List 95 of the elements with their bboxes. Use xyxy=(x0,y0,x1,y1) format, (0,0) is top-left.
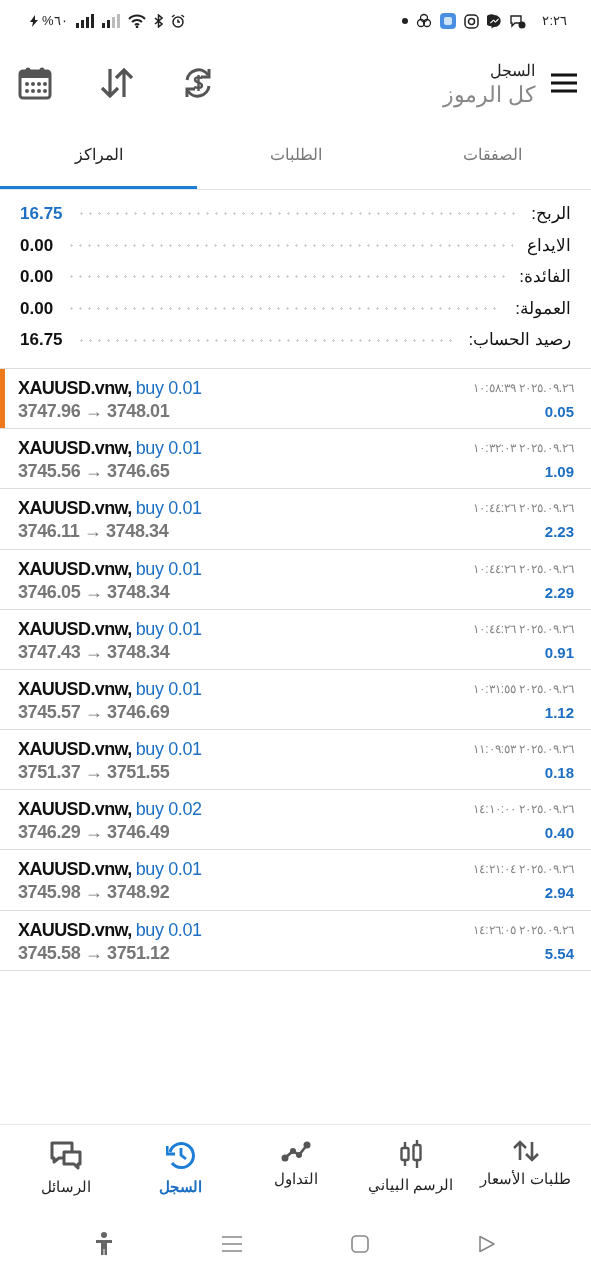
tab[interactable]: الصفقات xyxy=(394,124,591,189)
symbol-text: XAUUSD.vnw, xyxy=(18,618,132,639)
nav-tab[interactable]: الرسائل xyxy=(9,1139,122,1222)
wifi-icon xyxy=(127,14,146,28)
price-range: 3745.57 → 3746.69 xyxy=(18,702,171,723)
price-range: 3747.43 → 3748.34 xyxy=(18,642,171,663)
symbol-text: XAUUSD.vnw, xyxy=(18,859,132,880)
profit-value: 1.12 xyxy=(544,702,574,723)
summary-label: الايداع xyxy=(527,234,571,258)
summary-label: الفائدة: xyxy=(519,266,571,289)
order-text: buy 0.01 xyxy=(135,678,202,699)
order-text: buy 0.01 xyxy=(135,498,202,519)
summary-value: 0.00 xyxy=(20,266,54,289)
nav-tab[interactable]: السجل xyxy=(124,1139,237,1222)
symbol-text: XAUUSD.vnw, xyxy=(18,377,132,398)
app-icon xyxy=(440,13,457,29)
profit-value: 2.29 xyxy=(544,582,574,603)
symbol-text: XAUUSD.vnw, xyxy=(18,438,132,459)
signal-icon xyxy=(101,14,120,28)
summary-value: 16.75 xyxy=(20,203,63,226)
tab[interactable]: الطلبات xyxy=(197,124,394,189)
home-icon[interactable] xyxy=(351,1235,370,1253)
profit-value: 0.18 xyxy=(544,763,574,784)
tab[interactable]: المراكز xyxy=(0,124,197,189)
profit-value: 2.94 xyxy=(544,883,574,904)
candlestick-icon xyxy=(397,1140,424,1168)
charging-icon xyxy=(30,15,38,27)
time-text: ٢٠٢٥.٠٩.٢٦ ١١:٠٩:٥٣ xyxy=(473,741,574,759)
time-text: ٢٠٢٥.٠٩.٢٦ ١٠:٤٤:٢٦ xyxy=(473,500,574,518)
nav-tab[interactable]: الرسم البياني xyxy=(354,1139,467,1222)
messenger-icon xyxy=(487,13,503,29)
calendar-icon[interactable] xyxy=(18,66,52,100)
back-icon[interactable] xyxy=(478,1235,497,1253)
profit-value: 0.05 xyxy=(544,401,574,422)
nav-tab[interactable]: طلبات الأسعار xyxy=(469,1139,582,1222)
time-text: ٢٠٢٥.٠٩.٢٦ ١٠:٤٤:٢٦ xyxy=(473,620,574,638)
time-text: ٢٠٢٥.٠٩.٢٦ ١٠:٥٨:٣٩ xyxy=(473,379,574,397)
line-chart-icon xyxy=(280,1140,311,1162)
price-range: 3745.58 → 3751.12 xyxy=(18,943,171,964)
profit-value: 0.40 xyxy=(544,823,574,844)
accessibility-icon[interactable] xyxy=(94,1232,113,1256)
time-text: ٢٠٢٥.٠٩.٢٦ ١٤:١٠:٠٠ xyxy=(473,801,574,819)
order-text: buy 0.01 xyxy=(135,377,202,398)
symbol-filter[interactable]: كل الرموز xyxy=(442,82,535,108)
time-text: ٢٠٢٥.٠٩.٢٦ ١٠:٤٤:٢٦ xyxy=(473,560,574,578)
profit-value: 0.91 xyxy=(544,642,574,663)
clock: ٢:٢٦ xyxy=(542,12,567,31)
symbol-text: XAUUSD.vnw, xyxy=(18,739,132,760)
summary-label: العمولة: xyxy=(515,297,571,321)
profit-value: 2.23 xyxy=(544,522,574,543)
order-text: buy 0.01 xyxy=(135,739,202,760)
symbol-text: XAUUSD.vnw, xyxy=(18,678,132,699)
symbol-text: XAUUSD.vnw, xyxy=(18,919,132,940)
price-range: 3746.29 → 3746.49 xyxy=(18,823,171,844)
order-text: buy 0.01 xyxy=(135,859,202,880)
symbol-text: XAUUSD.vnw, xyxy=(18,799,132,820)
page-title: السجل xyxy=(489,60,535,81)
nav-tab[interactable]: التداول xyxy=(239,1139,352,1222)
history-icon xyxy=(165,1140,196,1170)
knot-icon xyxy=(416,13,433,29)
time-text: ٢٠٢٥.٠٩.٢٦ ١٠:٣١:٥٥ xyxy=(473,680,574,698)
summary-value: 0.00 xyxy=(20,234,54,257)
price-range: 3745.98 → 3748.92 xyxy=(18,883,171,904)
symbol-text: XAUUSD.vnw, xyxy=(18,498,132,519)
price-range: 3746.05 → 3748.34 xyxy=(18,582,171,603)
summary-value: 16.75 xyxy=(20,329,63,352)
alarm-icon xyxy=(170,14,185,28)
order-text: buy 0.01 xyxy=(135,618,202,639)
summary-value: 0.00 xyxy=(20,297,54,320)
price-range: 3746.11 → 3748.34 xyxy=(18,522,170,543)
price-range: 3751.37 → 3751.55 xyxy=(18,763,171,783)
profit-value: 1.09 xyxy=(544,462,574,483)
messages-icon xyxy=(48,1140,83,1170)
price-range: 3745.56 → 3746.65 xyxy=(18,462,171,482)
sort-icon xyxy=(512,1140,539,1162)
order-text: buy 0.01 xyxy=(135,919,202,940)
camera-icon xyxy=(464,13,480,29)
summary-label: رصيد الحساب: xyxy=(468,329,571,352)
time-text: ٢٠٢٥.٠٩.٢٦ ١٤:٢٦:٠٥ xyxy=(473,921,574,939)
order-text: buy 0.02 xyxy=(135,799,202,820)
battery-level: %٦٠ xyxy=(42,12,68,31)
profit-value: 5.54 xyxy=(544,943,574,964)
price-range: 3747.96 → 3748.01 xyxy=(18,401,171,422)
symbol-text: XAUUSD.vnw, xyxy=(18,558,132,579)
order-text: buy 0.01 xyxy=(135,558,202,579)
menu-icon[interactable] xyxy=(551,73,577,93)
time-text: ٢٠٢٥.٠٩.٢٦ ١٤:٢١:٠٤ xyxy=(473,861,574,879)
chat-icon xyxy=(510,13,527,29)
signal-icon xyxy=(75,14,94,28)
bluetooth-icon xyxy=(153,14,163,28)
time-text: ٢٠٢٥.٠٩.٢٦ ١٠:٣٢:٠٣ xyxy=(473,440,574,458)
summary-label: الربح: xyxy=(531,203,571,226)
order-text: buy 0.01 xyxy=(135,438,202,459)
dot-icon xyxy=(402,18,409,24)
sort-icon[interactable] xyxy=(100,67,134,99)
